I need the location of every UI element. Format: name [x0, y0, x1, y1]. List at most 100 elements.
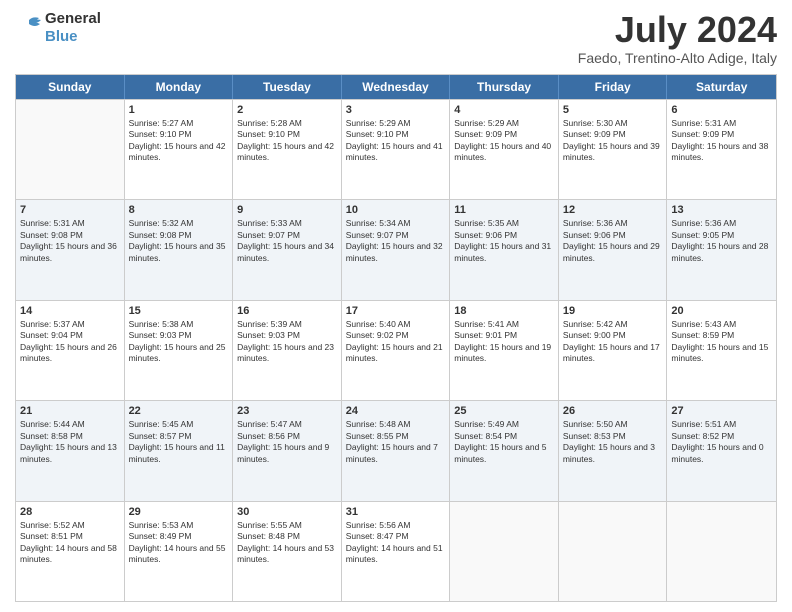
header-sunday: Sunday: [16, 75, 125, 99]
cell-info: Sunrise: 5:40 AM Sunset: 9:02 PM Dayligh…: [346, 319, 446, 365]
cell-day-number: 8: [129, 203, 229, 217]
cell-20: 20Sunrise: 5:43 AM Sunset: 8:59 PM Dayli…: [667, 301, 776, 400]
cell-day-number: 5: [563, 103, 663, 117]
cell-info: Sunrise: 5:56 AM Sunset: 8:47 PM Dayligh…: [346, 520, 446, 566]
cell-8: 8Sunrise: 5:32 AM Sunset: 9:08 PM Daylig…: [125, 200, 234, 299]
cell-25: 25Sunrise: 5:49 AM Sunset: 8:54 PM Dayli…: [450, 401, 559, 500]
title-section: July 2024 Faedo, Trentino-Alto Adige, It…: [578, 10, 777, 66]
cell-info: Sunrise: 5:51 AM Sunset: 8:52 PM Dayligh…: [671, 419, 772, 465]
cell-12: 12Sunrise: 5:36 AM Sunset: 9:06 PM Dayli…: [559, 200, 668, 299]
cell-day-number: 25: [454, 404, 554, 418]
cell-info: Sunrise: 5:50 AM Sunset: 8:53 PM Dayligh…: [563, 419, 663, 465]
cell-info: Sunrise: 5:31 AM Sunset: 9:08 PM Dayligh…: [20, 218, 120, 264]
cell-day-number: 20: [671, 304, 772, 318]
cell-day-number: 18: [454, 304, 554, 318]
cell-7: 7Sunrise: 5:31 AM Sunset: 9:08 PM Daylig…: [16, 200, 125, 299]
week-row-5: 28Sunrise: 5:52 AM Sunset: 8:51 PM Dayli…: [16, 501, 776, 601]
empty-cell: [16, 100, 125, 199]
cell-day-number: 7: [20, 203, 120, 217]
cell-16: 16Sunrise: 5:39 AM Sunset: 9:03 PM Dayli…: [233, 301, 342, 400]
cell-day-number: 14: [20, 304, 120, 318]
week-row-4: 21Sunrise: 5:44 AM Sunset: 8:58 PM Dayli…: [16, 400, 776, 500]
cell-29: 29Sunrise: 5:53 AM Sunset: 8:49 PM Dayli…: [125, 502, 234, 601]
cell-info: Sunrise: 5:36 AM Sunset: 9:05 PM Dayligh…: [671, 218, 772, 264]
cell-day-number: 26: [563, 404, 663, 418]
cell-day-number: 27: [671, 404, 772, 418]
cell-day-number: 30: [237, 505, 337, 519]
page: General Blue July 2024 Faedo, Trentino-A…: [0, 0, 792, 612]
cell-day-number: 23: [237, 404, 337, 418]
cell-info: Sunrise: 5:41 AM Sunset: 9:01 PM Dayligh…: [454, 319, 554, 365]
cell-day-number: 31: [346, 505, 446, 519]
logo-blue: Blue: [45, 28, 78, 45]
cell-info: Sunrise: 5:39 AM Sunset: 9:03 PM Dayligh…: [237, 319, 337, 365]
week-row-1: 1Sunrise: 5:27 AM Sunset: 9:10 PM Daylig…: [16, 99, 776, 199]
cell-info: Sunrise: 5:45 AM Sunset: 8:57 PM Dayligh…: [129, 419, 229, 465]
empty-cell: [450, 502, 559, 601]
cell-day-number: 24: [346, 404, 446, 418]
calendar-header: Sunday Monday Tuesday Wednesday Thursday…: [16, 75, 776, 99]
cell-info: Sunrise: 5:47 AM Sunset: 8:56 PM Dayligh…: [237, 419, 337, 465]
cell-day-number: 19: [563, 304, 663, 318]
cell-13: 13Sunrise: 5:36 AM Sunset: 9:05 PM Dayli…: [667, 200, 776, 299]
header-saturday: Saturday: [667, 75, 776, 99]
cell-info: Sunrise: 5:53 AM Sunset: 8:49 PM Dayligh…: [129, 520, 229, 566]
cell-10: 10Sunrise: 5:34 AM Sunset: 9:07 PM Dayli…: [342, 200, 451, 299]
cell-info: Sunrise: 5:34 AM Sunset: 9:07 PM Dayligh…: [346, 218, 446, 264]
cell-day-number: 11: [454, 203, 554, 217]
cell-day-number: 4: [454, 103, 554, 117]
cell-info: Sunrise: 5:35 AM Sunset: 9:06 PM Dayligh…: [454, 218, 554, 264]
header-wednesday: Wednesday: [342, 75, 451, 99]
location: Faedo, Trentino-Alto Adige, Italy: [578, 50, 777, 66]
empty-cell: [667, 502, 776, 601]
calendar-body: 1Sunrise: 5:27 AM Sunset: 9:10 PM Daylig…: [16, 99, 776, 601]
logo-general: General: [45, 10, 101, 27]
cell-day-number: 17: [346, 304, 446, 318]
header-monday: Monday: [125, 75, 234, 99]
cell-info: Sunrise: 5:43 AM Sunset: 8:59 PM Dayligh…: [671, 319, 772, 365]
cell-day-number: 10: [346, 203, 446, 217]
cell-info: Sunrise: 5:36 AM Sunset: 9:06 PM Dayligh…: [563, 218, 663, 264]
cell-day-number: 3: [346, 103, 446, 117]
cell-18: 18Sunrise: 5:41 AM Sunset: 9:01 PM Dayli…: [450, 301, 559, 400]
cell-day-number: 21: [20, 404, 120, 418]
logo: General Blue: [15, 10, 101, 46]
cell-info: Sunrise: 5:52 AM Sunset: 8:51 PM Dayligh…: [20, 520, 120, 566]
month-title: July 2024: [578, 10, 777, 50]
cell-day-number: 22: [129, 404, 229, 418]
cell-info: Sunrise: 5:32 AM Sunset: 9:08 PM Dayligh…: [129, 218, 229, 264]
cell-19: 19Sunrise: 5:42 AM Sunset: 9:00 PM Dayli…: [559, 301, 668, 400]
cell-3: 3Sunrise: 5:29 AM Sunset: 9:10 PM Daylig…: [342, 100, 451, 199]
cell-4: 4Sunrise: 5:29 AM Sunset: 9:09 PM Daylig…: [450, 100, 559, 199]
cell-info: Sunrise: 5:28 AM Sunset: 9:10 PM Dayligh…: [237, 118, 337, 164]
logo-icon: [15, 16, 43, 40]
cell-info: Sunrise: 5:42 AM Sunset: 9:00 PM Dayligh…: [563, 319, 663, 365]
cell-23: 23Sunrise: 5:47 AM Sunset: 8:56 PM Dayli…: [233, 401, 342, 500]
cell-22: 22Sunrise: 5:45 AM Sunset: 8:57 PM Dayli…: [125, 401, 234, 500]
cell-day-number: 15: [129, 304, 229, 318]
header-friday: Friday: [559, 75, 668, 99]
calendar: Sunday Monday Tuesday Wednesday Thursday…: [15, 74, 777, 602]
cell-2: 2Sunrise: 5:28 AM Sunset: 9:10 PM Daylig…: [233, 100, 342, 199]
cell-info: Sunrise: 5:37 AM Sunset: 9:04 PM Dayligh…: [20, 319, 120, 365]
cell-5: 5Sunrise: 5:30 AM Sunset: 9:09 PM Daylig…: [559, 100, 668, 199]
cell-info: Sunrise: 5:29 AM Sunset: 9:09 PM Dayligh…: [454, 118, 554, 164]
cell-day-number: 2: [237, 103, 337, 117]
cell-day-number: 28: [20, 505, 120, 519]
cell-24: 24Sunrise: 5:48 AM Sunset: 8:55 PM Dayli…: [342, 401, 451, 500]
empty-cell: [559, 502, 668, 601]
week-row-3: 14Sunrise: 5:37 AM Sunset: 9:04 PM Dayli…: [16, 300, 776, 400]
week-row-2: 7Sunrise: 5:31 AM Sunset: 9:08 PM Daylig…: [16, 199, 776, 299]
cell-day-number: 16: [237, 304, 337, 318]
cell-info: Sunrise: 5:29 AM Sunset: 9:10 PM Dayligh…: [346, 118, 446, 164]
cell-info: Sunrise: 5:33 AM Sunset: 9:07 PM Dayligh…: [237, 218, 337, 264]
cell-1: 1Sunrise: 5:27 AM Sunset: 9:10 PM Daylig…: [125, 100, 234, 199]
cell-15: 15Sunrise: 5:38 AM Sunset: 9:03 PM Dayli…: [125, 301, 234, 400]
cell-31: 31Sunrise: 5:56 AM Sunset: 8:47 PM Dayli…: [342, 502, 451, 601]
cell-9: 9Sunrise: 5:33 AM Sunset: 9:07 PM Daylig…: [233, 200, 342, 299]
cell-info: Sunrise: 5:55 AM Sunset: 8:48 PM Dayligh…: [237, 520, 337, 566]
cell-6: 6Sunrise: 5:31 AM Sunset: 9:09 PM Daylig…: [667, 100, 776, 199]
header: General Blue July 2024 Faedo, Trentino-A…: [15, 10, 777, 66]
cell-day-number: 9: [237, 203, 337, 217]
cell-28: 28Sunrise: 5:52 AM Sunset: 8:51 PM Dayli…: [16, 502, 125, 601]
